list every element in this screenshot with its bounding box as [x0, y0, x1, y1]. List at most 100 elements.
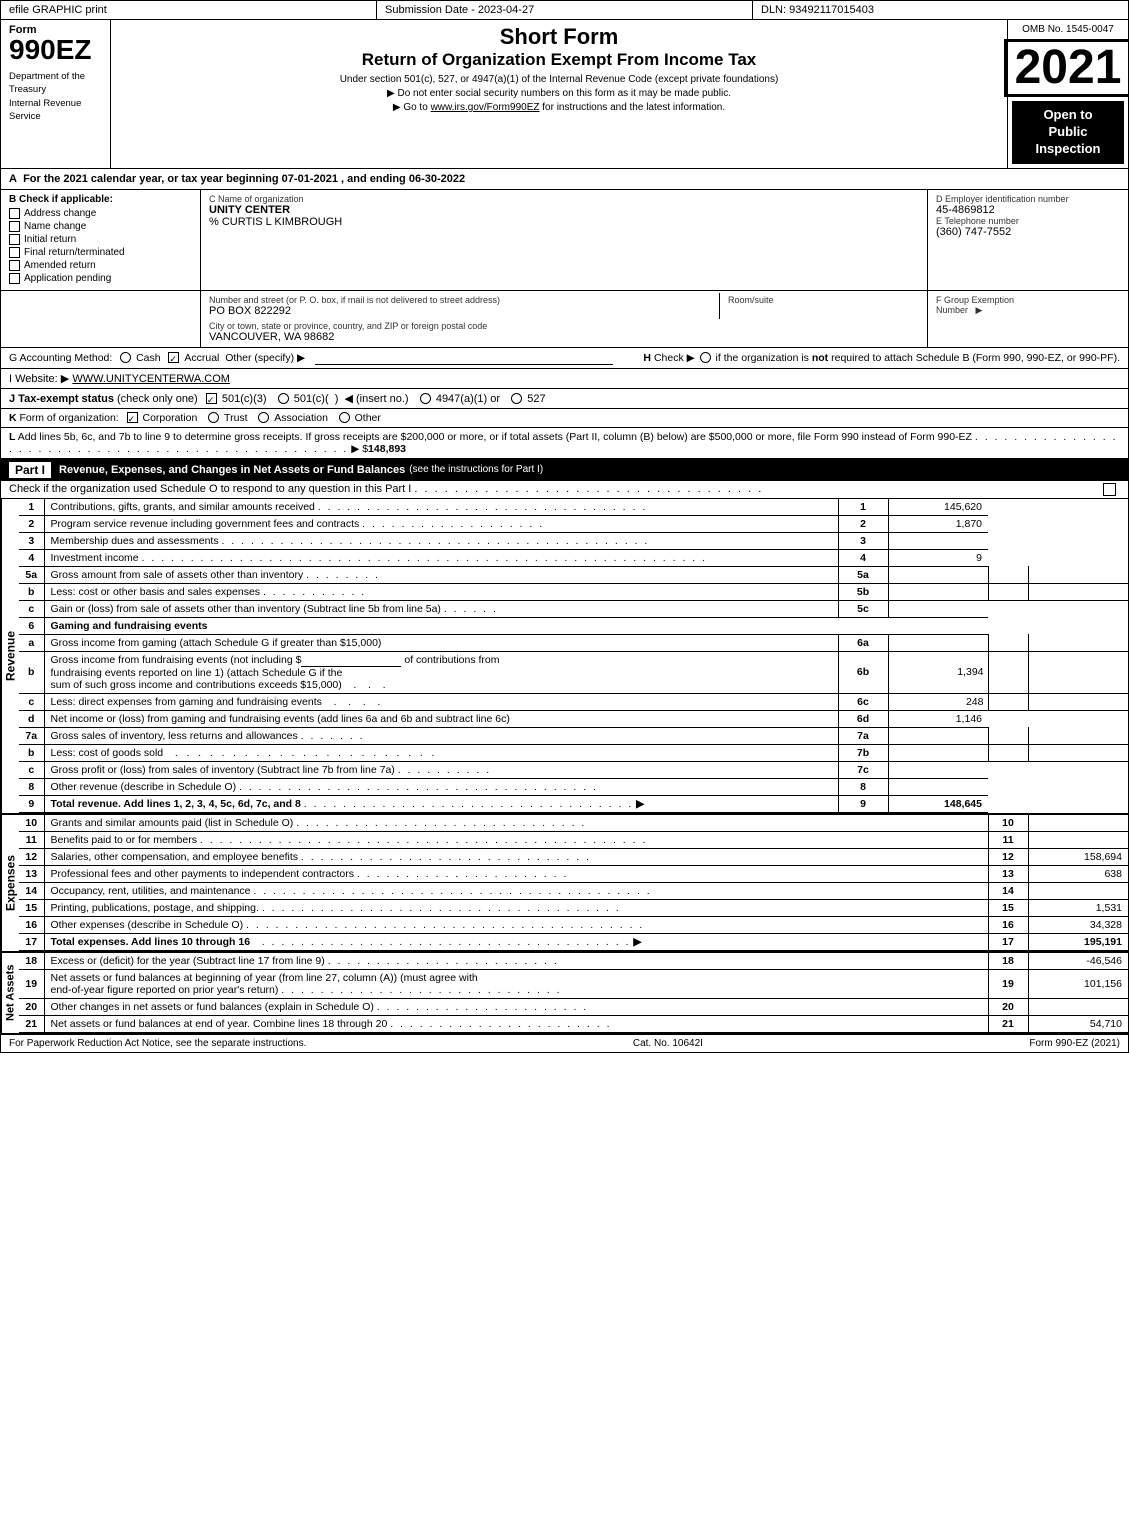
line-5b-sub: 5b: [838, 583, 888, 600]
table-row: 1 Contributions, gifts, grants, and simi…: [19, 499, 1128, 516]
line-7a-amount: [1028, 727, 1128, 744]
line-7a-sub-amount: [888, 727, 988, 744]
radio-association[interactable]: [258, 412, 269, 423]
line-5a-sub: 5a: [838, 566, 888, 583]
form-number-col: Form 990EZ Department of theTreasuryInte…: [1, 20, 111, 168]
phone-value: (360) 747-7552: [936, 226, 1120, 238]
table-row: b Less: cost of goods sold . . . . . . .…: [19, 744, 1128, 761]
radio-other[interactable]: [339, 412, 350, 423]
h-label: H: [643, 352, 651, 364]
check-item-address: Address change: [9, 208, 192, 219]
radio-cash[interactable]: [120, 352, 131, 363]
line-5b-amount: [1028, 583, 1128, 600]
k-row: K Form of organization: Corporation Trus…: [1, 409, 1128, 428]
line-6a-num: a: [19, 634, 44, 651]
expenses-side-label: Expenses: [1, 815, 19, 951]
org-careof: % CURTIS L KIMBROUGH: [209, 216, 919, 228]
radio-4947[interactable]: [420, 393, 431, 404]
address-row: Number and street (or P. O. box, if mail…: [1, 291, 1128, 348]
line-4-num: 4: [19, 549, 44, 566]
footer-right: Form 990-EZ (2021): [1029, 1038, 1120, 1049]
line-5c-amount: [888, 600, 988, 617]
line-6a-amount: [1028, 634, 1128, 651]
check-item-final: Final return/terminated: [9, 247, 192, 258]
line-15-num: 15: [19, 899, 44, 916]
checkbox-accrual[interactable]: [168, 352, 179, 363]
radio-527[interactable]: [511, 393, 522, 404]
group-label: F Group ExemptionNumber ▶: [936, 295, 1120, 316]
website-arrow: ▶: [61, 373, 69, 385]
addr-street: Number and street (or P. O. box, if mail…: [209, 293, 719, 319]
line-19-num: 19: [19, 969, 44, 998]
line-10-desc: Grants and similar amounts paid (list in…: [44, 815, 988, 832]
check-amended-label: Amended return: [24, 260, 96, 271]
line-6d-desc: Net income or (loss) from gaming and fun…: [44, 710, 838, 727]
check-name-label: Name change: [24, 221, 86, 232]
line-21-num: 21: [19, 1015, 44, 1032]
top-bar: efile GRAPHIC print Submission Date - 20…: [0, 0, 1129, 20]
org-info-col: C Name of organization UNITY CENTER % CU…: [201, 190, 928, 290]
radio-trust[interactable]: [208, 412, 219, 423]
radio-501c[interactable]: [278, 393, 289, 404]
line-18-num: 18: [19, 953, 44, 970]
table-row: c Gain or (loss) from sale of assets oth…: [19, 600, 1128, 617]
open-public-label: Open toPublicInspection: [1012, 101, 1124, 164]
org-name-label: C Name of organization: [209, 194, 919, 204]
line-7b-amount: [1028, 744, 1128, 761]
year-col: OMB No. 1545-0047 2021 Open toPublicInsp…: [1008, 20, 1128, 168]
line-7c-desc: Gross profit or (loss) from sales of inv…: [44, 761, 838, 778]
line-15-amount: 1,531: [1028, 899, 1128, 916]
checkbox-pending[interactable]: [9, 273, 20, 284]
line-14-ref: 14: [988, 882, 1028, 899]
checkbox-amended[interactable]: [9, 260, 20, 271]
checkbox-501c3[interactable]: [206, 393, 217, 404]
part-i-checkbox[interactable]: [1103, 483, 1116, 496]
checkbox-final[interactable]: [9, 247, 20, 258]
line-6a-ref: [988, 634, 1028, 651]
check-final-label: Final return/terminated: [24, 247, 125, 258]
part-i-title: Revenue, Expenses, and Changes in Net As…: [59, 464, 405, 476]
line-16-desc: Other expenses (describe in Schedule O) …: [44, 916, 988, 933]
addr-main: Number and street (or P. O. box, if mail…: [201, 291, 928, 347]
line-11-ref: 11: [988, 831, 1028, 848]
line-10-num: 10: [19, 815, 44, 832]
check-item-initial: Initial return: [9, 234, 192, 245]
line-14-desc: Occupancy, rent, utilities, and maintena…: [44, 882, 988, 899]
other-specify-label: Other (specify) ▶: [225, 352, 305, 364]
part-i-check-row: Check if the organization used Schedule …: [1, 481, 1128, 499]
check-address-label: Address change: [24, 208, 96, 219]
check-item-amended: Amended return: [9, 260, 192, 271]
checkbox-address[interactable]: [9, 208, 20, 219]
line-16-amount: 34,328: [1028, 916, 1128, 933]
checkbox-initial[interactable]: [9, 234, 20, 245]
line-10-amount: [1028, 815, 1128, 832]
no-ssn-text: ▶ Do not enter social security numbers o…: [121, 88, 997, 99]
table-row: b Gross income from fundraising events (…: [19, 651, 1128, 693]
check-label: B Check if applicable:: [9, 194, 192, 205]
line-16-num: 16: [19, 916, 44, 933]
line-5b-desc: Less: cost or other basis and sales expe…: [44, 583, 838, 600]
addr-main-row: Number and street (or P. O. box, if mail…: [209, 293, 919, 319]
net-assets-table-wrapper: 18 Excess or (deficit) for the year (Sub…: [19, 953, 1128, 1033]
footer-left: For Paperwork Reduction Act Notice, see …: [9, 1038, 306, 1049]
city-value: VANCOUVER, WA 98682: [209, 331, 919, 343]
website-label: I Website:: [9, 373, 58, 385]
line-4-desc: Investment income . . . . . . . . . . . …: [44, 549, 838, 566]
website-row: I Website: ▶ WWW.UNITYCENTERWA.COM: [1, 369, 1128, 389]
line-17-desc: Total expenses. Add lines 10 through 16 …: [44, 933, 988, 950]
line-5c-ref: 5c: [838, 600, 888, 617]
year-box: 2021: [1004, 39, 1129, 97]
addr-right: F Group ExemptionNumber ▶: [928, 291, 1128, 347]
ein-label: D Employer identification number: [936, 194, 1120, 204]
line-1-num: 1: [19, 499, 44, 516]
line-8-amount: [888, 778, 988, 795]
efile-label: efile GRAPHIC print: [1, 1, 377, 19]
l-value: 148,893: [368, 443, 406, 455]
line-6b-ref: [988, 651, 1028, 693]
checkbox-corporation[interactable]: [127, 412, 138, 423]
h-text: if the organization is not required to a…: [716, 352, 1120, 364]
table-row: 20 Other changes in net assets or fund b…: [19, 998, 1128, 1015]
line-21-amount: 54,710: [1028, 1015, 1128, 1032]
radio-not-required[interactable]: [700, 352, 711, 363]
checkbox-name[interactable]: [9, 221, 20, 232]
